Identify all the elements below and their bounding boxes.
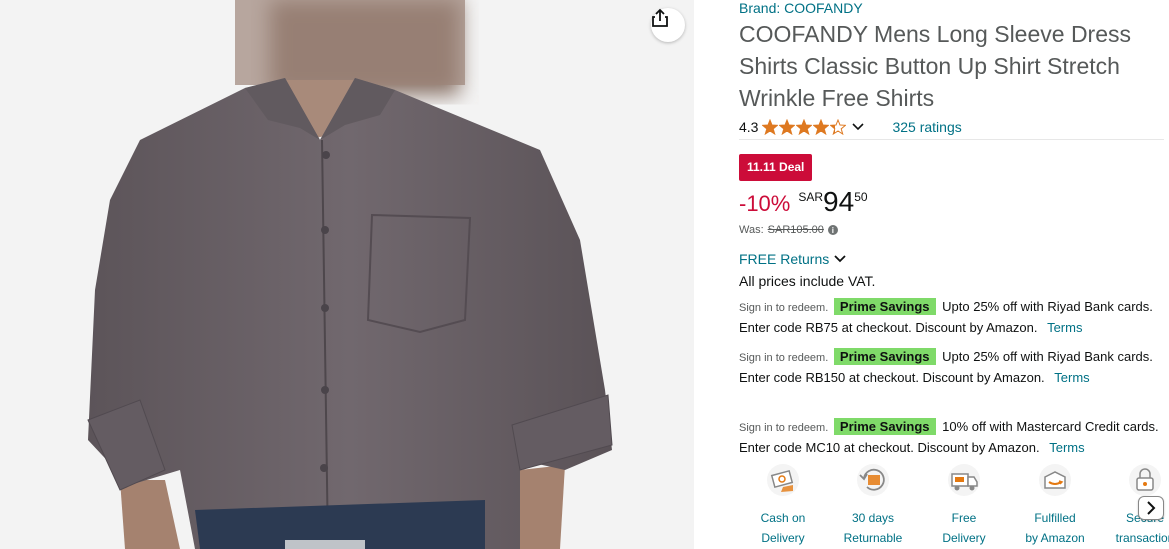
star-icon xyxy=(813,119,830,135)
feature-label: 30 days Returnable xyxy=(843,511,903,545)
price-currency: SAR xyxy=(798,190,824,204)
signin-to-redeem[interactable]: Sign in to redeem. xyxy=(739,302,828,314)
feature-label: Cash on Delivery xyxy=(760,511,806,545)
share-button[interactable] xyxy=(651,8,685,42)
star-icon xyxy=(830,119,847,135)
feature-cash-on-delivery[interactable]: Cash on Delivery xyxy=(743,462,823,548)
features-carousel: Cash on Delivery 30 days Returnable Free… xyxy=(760,462,1169,549)
feature-returnable[interactable]: 30 days Returnable xyxy=(833,462,913,548)
share-icon xyxy=(652,8,668,27)
was-price-row: Was: SAR105.00 i xyxy=(739,224,838,236)
promotion-item: Sign in to redeem. Prime Savings Upto 25… xyxy=(739,297,1167,338)
feature-fulfilled-by-amazon[interactable]: Fulfilled by Amazon xyxy=(1015,462,1095,548)
product-image xyxy=(87,0,613,549)
fulfilled-by-amazon-icon xyxy=(1035,462,1075,498)
product-title: COOFANDY Mens Long Sleeve Dress Shirts C… xyxy=(739,21,1132,111)
free-delivery-icon xyxy=(944,462,984,498)
feature-label: Fulfilled by Amazon xyxy=(1025,511,1085,545)
rating-value: 4.3 xyxy=(739,119,759,135)
star-rating[interactable] xyxy=(762,119,847,135)
rating-row: 4.3 325 ratings xyxy=(739,117,1164,137)
returnable-icon xyxy=(853,462,893,498)
deal-badge: 11.11 Deal xyxy=(739,154,813,181)
promotion-item: Sign in to redeem. Prime Savings 10% off… xyxy=(739,417,1167,458)
feature-free-delivery[interactable]: Free Delivery xyxy=(924,462,1004,548)
secure-transaction-icon xyxy=(1125,462,1165,498)
promotion-item: Sign in to redeem. Prime Savings Upto 25… xyxy=(739,347,1167,388)
signin-to-redeem[interactable]: Sign in to redeem. xyxy=(739,422,828,434)
info-icon[interactable]: i xyxy=(827,225,838,235)
prime-savings-badge: Prime Savings xyxy=(833,418,936,435)
terms-link[interactable]: Terms xyxy=(1047,320,1082,335)
cash-on-delivery-icon xyxy=(763,462,803,498)
free-returns-link[interactable]: FREE Returns xyxy=(739,251,847,267)
price-whole: 94 xyxy=(823,186,855,217)
price-fraction: 50 xyxy=(854,190,868,204)
terms-link[interactable]: Terms xyxy=(1049,440,1084,455)
price-block: -10% SAR 94 50 xyxy=(739,186,868,218)
ratings-count-link[interactable]: 325 ratings xyxy=(892,119,961,135)
free-returns-label: FREE Returns xyxy=(739,251,830,267)
feature-label: Free Delivery xyxy=(942,511,986,545)
star-icon xyxy=(796,119,813,135)
terms-link[interactable]: Terms xyxy=(1054,370,1089,385)
vat-note: All prices include VAT. xyxy=(739,273,876,289)
chevron-down-icon xyxy=(834,255,846,263)
brand-link[interactable]: Brand: COOFANDY xyxy=(739,0,863,16)
chevron-down-icon[interactable] xyxy=(852,123,865,131)
chevron-right-icon xyxy=(1147,501,1156,515)
star-icon xyxy=(779,119,796,135)
was-price: SAR105.00 xyxy=(767,224,824,236)
signin-to-redeem[interactable]: Sign in to redeem. xyxy=(739,352,828,364)
product-image-panel[interactable] xyxy=(0,0,694,549)
star-icon xyxy=(762,119,779,135)
carousel-next-button[interactable] xyxy=(1138,496,1164,520)
divider xyxy=(739,139,1164,140)
prime-savings-badge: Prime Savings xyxy=(833,298,936,315)
discount-percent: -10% xyxy=(739,191,791,216)
was-label: Was: xyxy=(739,224,764,236)
prime-savings-badge: Prime Savings xyxy=(833,348,936,365)
